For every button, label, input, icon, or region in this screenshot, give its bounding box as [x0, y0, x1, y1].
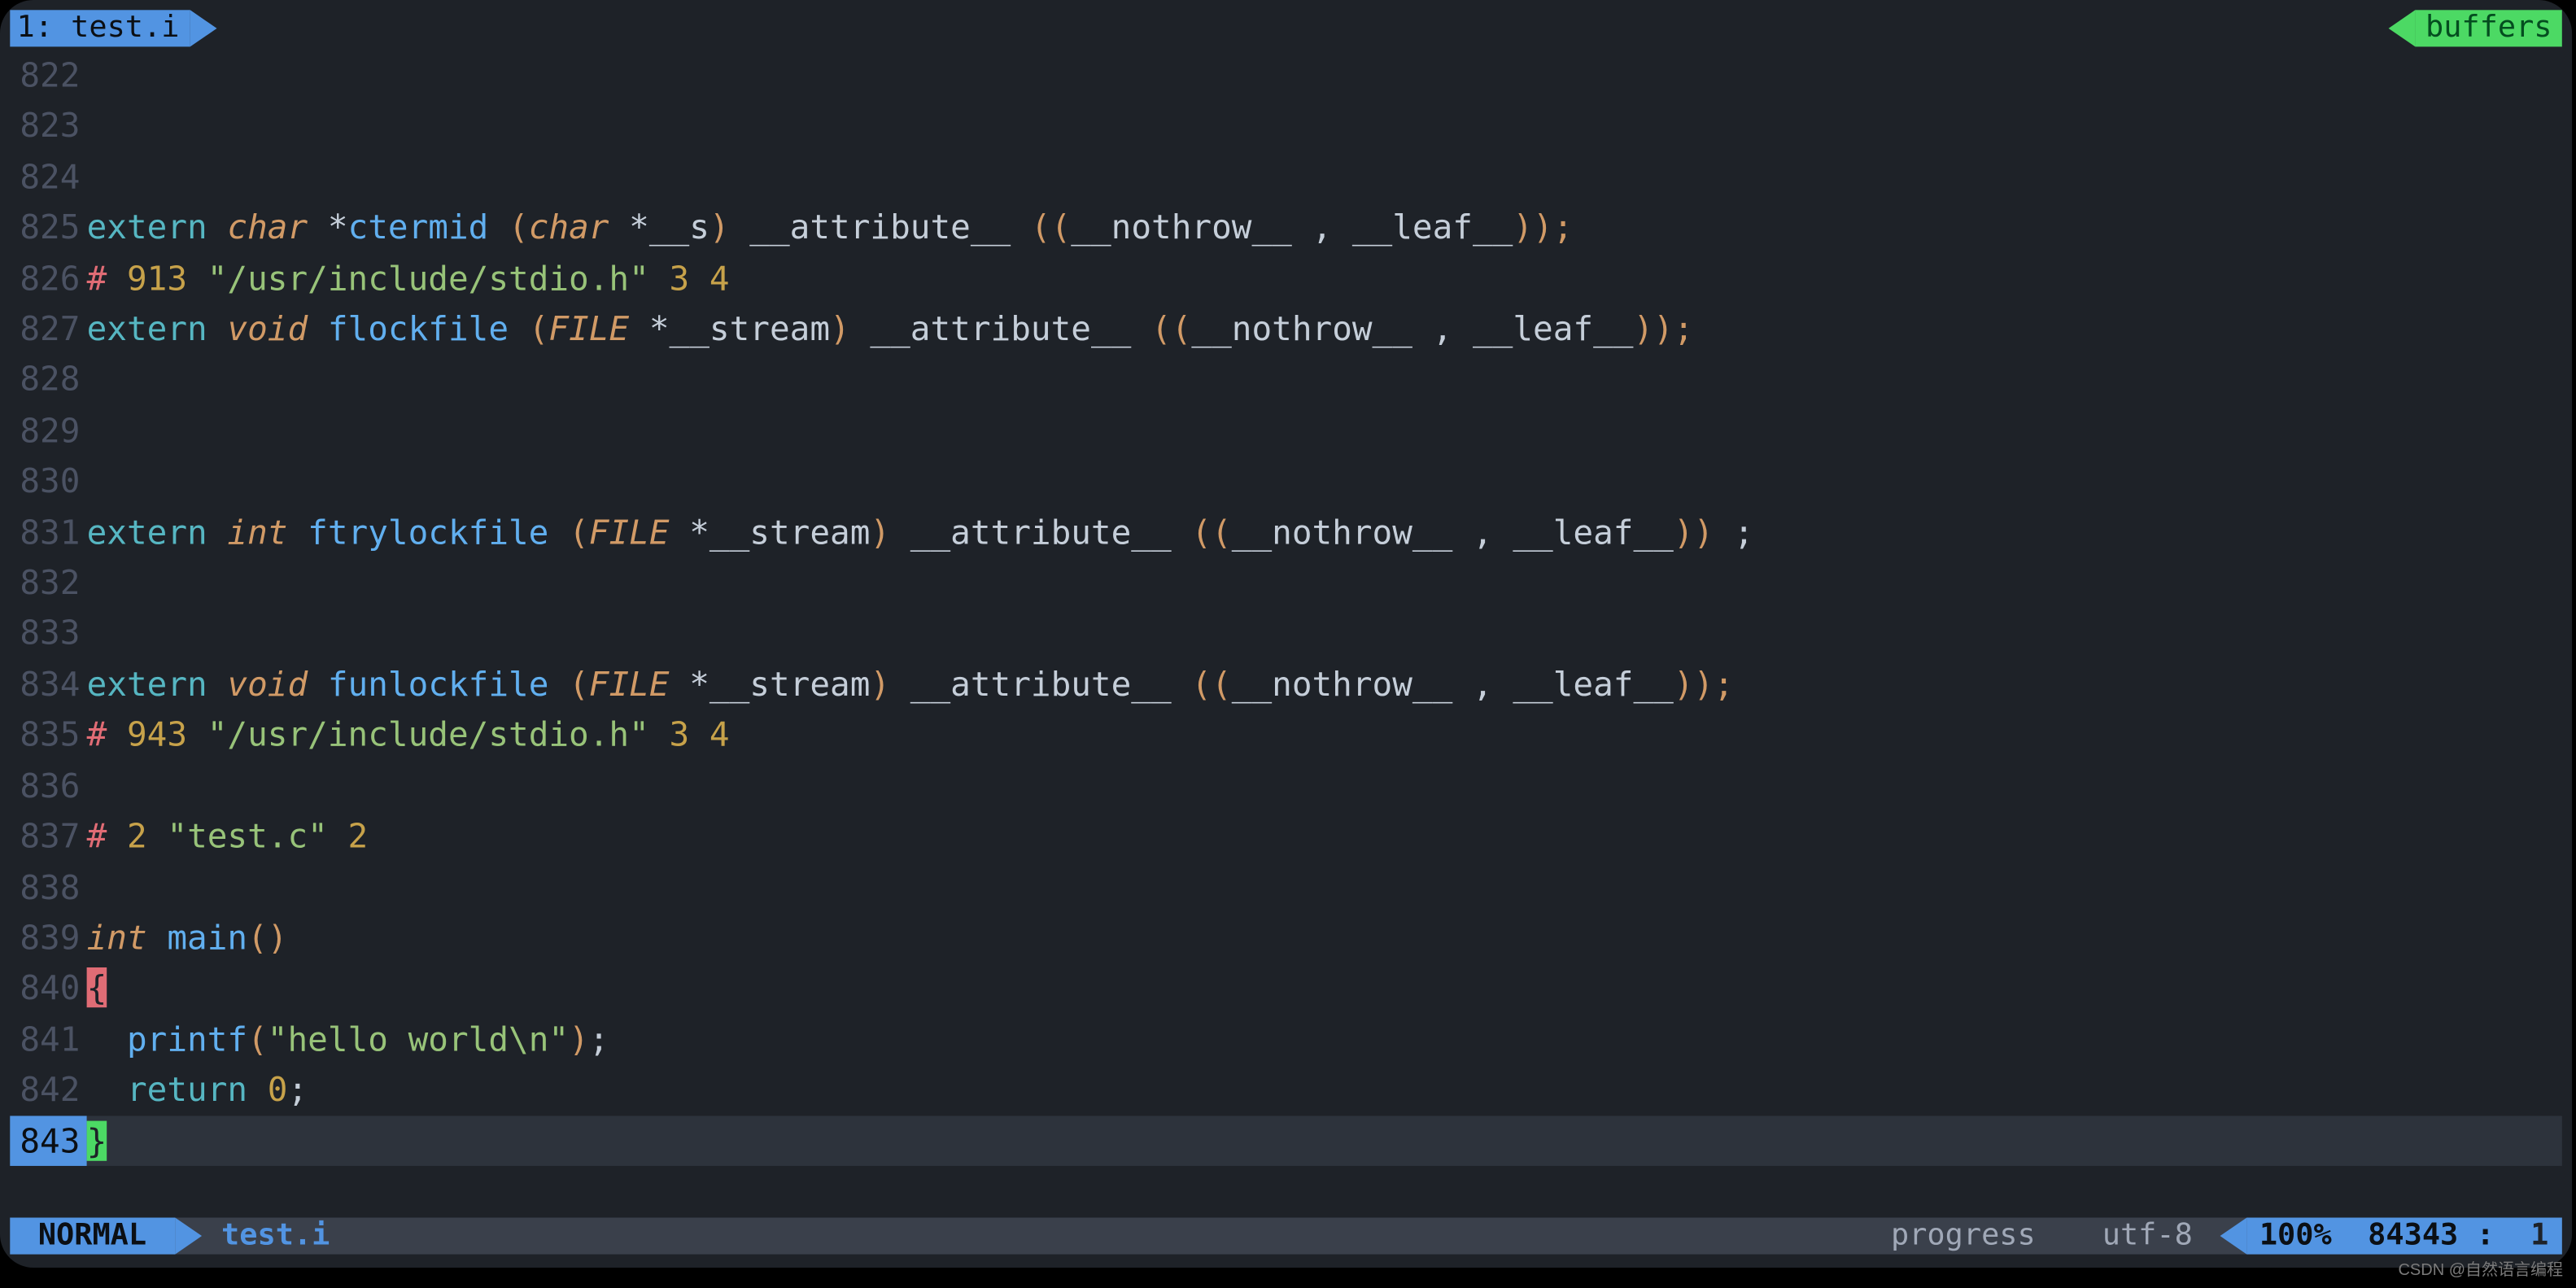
- status-position: 100% 84343 : 1: [2246, 1218, 2561, 1255]
- code-line[interactable]: 836: [10, 760, 2561, 810]
- line-number: 825: [10, 202, 86, 252]
- code-content[interactable]: [87, 50, 2562, 101]
- line-number: 837: [10, 810, 86, 861]
- line-number: 842: [10, 1064, 86, 1115]
- code-line[interactable]: 823: [10, 101, 2561, 151]
- mode-indicator: NORMAL: [10, 1218, 174, 1255]
- code-line[interactable]: 832: [10, 557, 2561, 608]
- code-line[interactable]: 825extern char *ctermid (char *__s) __at…: [10, 202, 2561, 252]
- code-content[interactable]: extern char *ctermid (char *__s) __attri…: [87, 202, 2562, 252]
- code-content[interactable]: [87, 557, 2562, 608]
- line-number: 826: [10, 253, 86, 303]
- status-encoding: utf-8: [2102, 1218, 2193, 1255]
- code-line[interactable]: 828: [10, 354, 2561, 404]
- code-content[interactable]: printf("hello world\n");: [87, 1014, 2562, 1064]
- line-number: 832: [10, 557, 86, 608]
- code-content[interactable]: extern void funlockfile (FILE *__stream)…: [87, 658, 2562, 709]
- code-content[interactable]: [87, 456, 2562, 506]
- line-number: 840: [10, 963, 86, 1013]
- code-line[interactable]: 831extern int ftrylockfile (FILE *__stre…: [10, 506, 2561, 557]
- tab-current-file[interactable]: 1: test.i: [10, 10, 189, 46]
- code-line[interactable]: 826# 913 "/usr/include/stdio.h" 3 4: [10, 253, 2561, 303]
- line-number: 823: [10, 101, 86, 151]
- code-content[interactable]: {: [87, 963, 2562, 1013]
- code-content[interactable]: extern void flockfile (FILE *__stream) _…: [87, 303, 2562, 354]
- code-content[interactable]: [87, 151, 2562, 202]
- code-content[interactable]: [87, 101, 2562, 151]
- code-line[interactable]: 840{: [10, 963, 2561, 1013]
- line-number: 843: [10, 1115, 86, 1165]
- code-content[interactable]: [87, 405, 2562, 456]
- status-line: NORMAL test.i progress utf-8 100% 84343 …: [10, 1218, 2561, 1255]
- code-line[interactable]: 822: [10, 50, 2561, 101]
- code-line[interactable]: 837# 2 "test.c" 2: [10, 810, 2561, 861]
- editor-window: 1: test.i buffers 822823824825extern cha…: [0, 0, 2572, 1268]
- code-content[interactable]: }: [87, 1115, 2562, 1165]
- line-number: 835: [10, 709, 86, 760]
- status-sep: :: [2476, 1218, 2494, 1255]
- code-line[interactable]: 842 return 0;: [10, 1064, 2561, 1115]
- code-line[interactable]: 843}: [10, 1115, 2561, 1165]
- line-number: 831: [10, 506, 86, 557]
- line-number: 836: [10, 760, 86, 810]
- line-number: 841: [10, 1014, 86, 1064]
- tab-buffers[interactable]: buffers: [2416, 10, 2562, 46]
- code-line[interactable]: 829: [10, 405, 2561, 456]
- code-content[interactable]: [87, 760, 2562, 810]
- code-content[interactable]: return 0;: [87, 1064, 2562, 1115]
- line-number: 839: [10, 912, 86, 963]
- code-line[interactable]: 835# 943 "/usr/include/stdio.h" 3 4: [10, 709, 2561, 760]
- status-line-number: 84343: [2368, 1218, 2458, 1255]
- code-content[interactable]: extern int ftrylockfile (FILE *__stream)…: [87, 506, 2562, 557]
- code-line[interactable]: 838: [10, 862, 2561, 912]
- line-number: 828: [10, 354, 86, 404]
- status-center: progress utf-8: [1878, 1218, 2207, 1255]
- line-number: 838: [10, 862, 86, 912]
- line-number: 833: [10, 608, 86, 658]
- code-content[interactable]: int main(): [87, 912, 2562, 963]
- watermark: CSDN @自然语言编程: [2398, 1258, 2563, 1283]
- line-number: 830: [10, 456, 86, 506]
- code-line[interactable]: 834extern void funlockfile (FILE *__stre…: [10, 658, 2561, 709]
- status-percent: 100%: [2259, 1218, 2332, 1255]
- code-content[interactable]: [87, 608, 2562, 658]
- status-progress: progress: [1891, 1218, 2036, 1255]
- code-line[interactable]: 833: [10, 608, 2561, 658]
- status-col-number: 1: [2530, 1218, 2548, 1255]
- line-number: 834: [10, 658, 86, 709]
- code-content[interactable]: # 943 "/usr/include/stdio.h" 3 4: [87, 709, 2562, 760]
- code-line[interactable]: 824: [10, 151, 2561, 202]
- code-content[interactable]: [87, 354, 2562, 404]
- code-line[interactable]: 841 printf("hello world\n");: [10, 1014, 2561, 1064]
- line-number: 822: [10, 50, 86, 101]
- code-line[interactable]: 827extern void flockfile (FILE *__stream…: [10, 303, 2561, 354]
- tab-bar: 1: test.i buffers: [10, 10, 2561, 46]
- code-content[interactable]: [87, 862, 2562, 912]
- code-line[interactable]: 839int main(): [10, 912, 2561, 963]
- line-number: 824: [10, 151, 86, 202]
- line-number: 829: [10, 405, 86, 456]
- code-content[interactable]: # 2 "test.c" 2: [87, 810, 2562, 861]
- code-content[interactable]: # 913 "/usr/include/stdio.h" 3 4: [87, 253, 2562, 303]
- line-number: 827: [10, 303, 86, 354]
- code-line[interactable]: 830: [10, 456, 2561, 506]
- code-editor[interactable]: 822823824825extern char *ctermid (char *…: [10, 46, 2561, 1165]
